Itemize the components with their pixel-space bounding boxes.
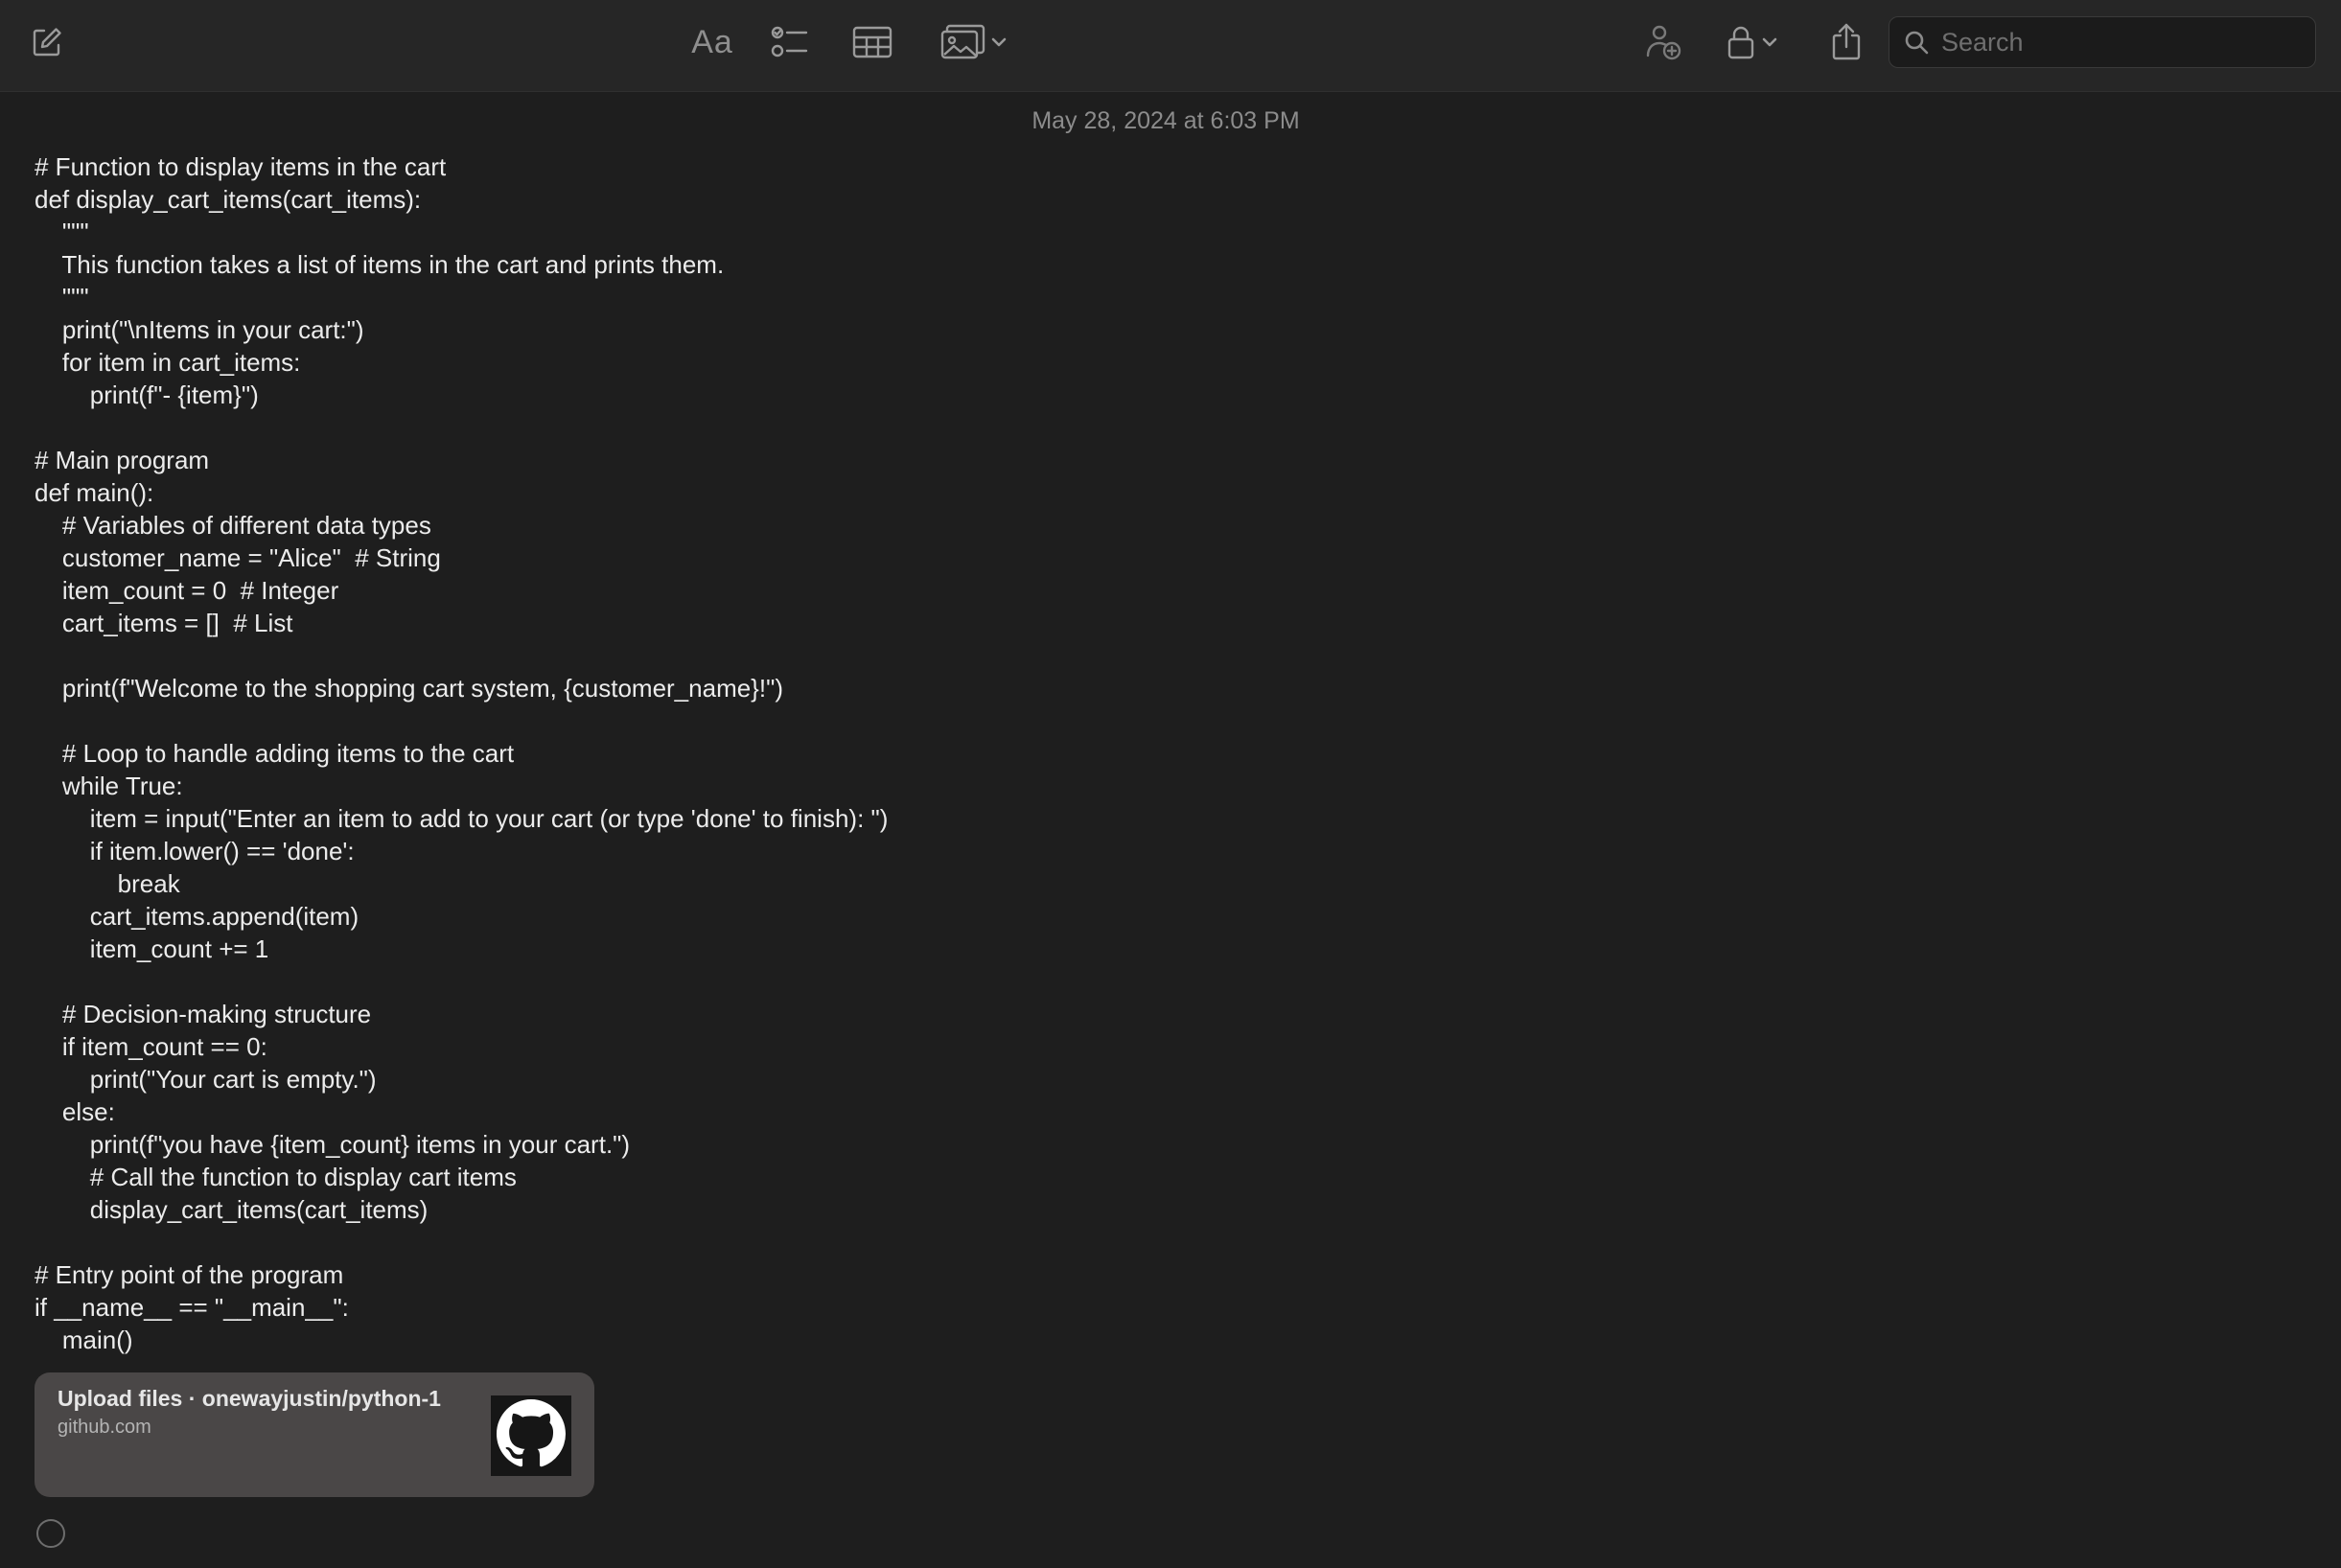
link-preview-card[interactable]: Upload files · onewayjustin/python-1 git… — [35, 1372, 594, 1497]
lock-button[interactable] — [1722, 15, 1783, 69]
toolbar: Aa — [0, 0, 2341, 92]
note-line: """ — [35, 218, 89, 246]
note-line: if item_count == 0: — [35, 1032, 267, 1061]
note-line: while True: — [35, 772, 183, 800]
collaborate-icon — [1643, 23, 1685, 61]
collaborate-button[interactable] — [1641, 15, 1687, 69]
note-timestamp: May 28, 2024 at 6:03 PM — [1031, 107, 1300, 134]
note-line: item_count = 0 # Integer — [35, 576, 339, 605]
checklist-icon — [771, 25, 811, 59]
note-line: cart_items = [] # List — [35, 609, 293, 637]
note-line: # Function to display items in the cart — [35, 152, 447, 181]
note-line: item_count += 1 — [35, 934, 269, 963]
chevron-down-icon — [990, 36, 1008, 48]
note-line: # Call the function to display cart item… — [35, 1163, 517, 1191]
note-line — [35, 1226, 1377, 1258]
note-body[interactable]: # Function to display items in the cart d… — [35, 150, 1377, 1356]
search-input[interactable] — [1939, 26, 2307, 58]
note-line: break — [35, 869, 180, 898]
note-line: print(f"you have {item_count} items in y… — [35, 1130, 631, 1159]
table-button[interactable] — [847, 15, 897, 69]
note-line: def main(): — [35, 478, 154, 507]
media-button[interactable] — [936, 15, 1012, 69]
note-line: This function takes a list of items in t… — [35, 250, 725, 279]
link-title: Upload files · onewayjustin/python-1 — [58, 1386, 441, 1411]
compose-icon — [31, 26, 63, 58]
note-line: # Main program — [35, 446, 210, 474]
share-icon — [1830, 22, 1863, 62]
note-line: if item.lower() == 'done': — [35, 837, 355, 865]
note-line — [35, 411, 1377, 444]
note-line: print(f"Welcome to the shopping cart sys… — [35, 674, 783, 703]
github-icon — [497, 1398, 566, 1473]
note-line — [35, 639, 1377, 672]
note-line: display_cart_items(cart_items) — [35, 1195, 429, 1224]
compose-button[interactable] — [25, 15, 69, 69]
note-line: print("Your cart is empty.") — [35, 1065, 377, 1094]
note-line: if __name__ == "__main__": — [35, 1293, 349, 1322]
search-field[interactable] — [1889, 16, 2316, 68]
lock-icon — [1727, 24, 1755, 60]
table-icon — [852, 26, 892, 58]
checklist-button[interactable] — [767, 15, 815, 69]
note-line: cart_items.append(item) — [35, 902, 359, 931]
share-button[interactable] — [1825, 15, 1867, 69]
link-thumbnail — [491, 1395, 571, 1476]
note-line: def display_cart_items(cart_items): — [35, 185, 422, 214]
note-line: print("\nItems in your cart:") — [35, 315, 364, 344]
note-line: # Variables of different data types — [35, 511, 431, 540]
empty-checkbox-icon[interactable] — [36, 1519, 65, 1548]
link-domain: github.com — [58, 1417, 151, 1438]
format-label: Aa — [691, 23, 733, 60]
note-line: item = input("Enter an item to add to yo… — [35, 804, 889, 833]
note-line — [35, 965, 1377, 998]
note-line: """ — [35, 283, 89, 311]
note-line: print(f"- {item}") — [35, 380, 259, 409]
search-icon — [1903, 29, 1930, 56]
note-line: # Decision-making structure — [35, 1000, 372, 1028]
format-button[interactable]: Aa — [688, 15, 736, 69]
note-line: # Loop to handle adding items to the car… — [35, 739, 515, 768]
note-line: else: — [35, 1097, 115, 1126]
note-line: customer_name = "Alice" # String — [35, 543, 441, 572]
photo-icon — [940, 24, 986, 60]
note-line: for item in cart_items: — [35, 348, 301, 377]
note-line — [35, 704, 1377, 737]
chevron-down-icon — [1761, 36, 1778, 48]
note-line: main() — [35, 1326, 133, 1354]
note-line: # Entry point of the program — [35, 1260, 344, 1289]
